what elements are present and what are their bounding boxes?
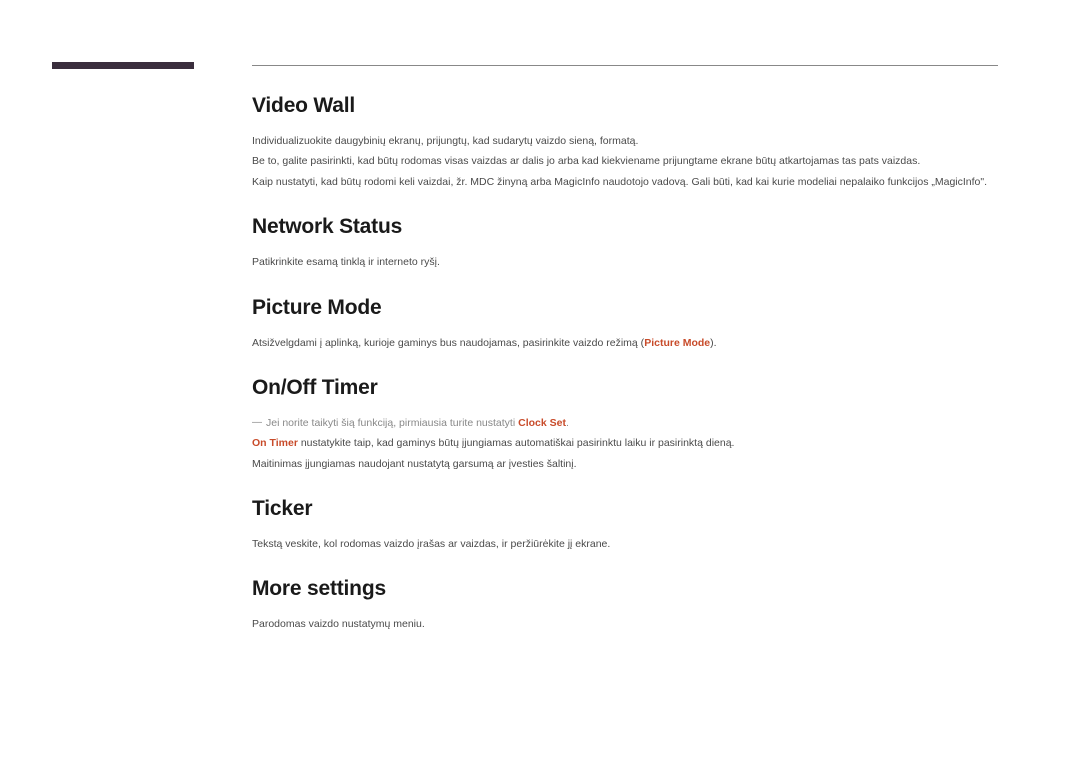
section-video-wall: Video Wall Individualizuokite daugybinių… — [252, 94, 1012, 191]
section-more-settings: More settings Parodomas vaizdo nustatymų… — [252, 577, 1012, 633]
body-text: Individualizuokite daugybinių ekranų, pr… — [252, 132, 1012, 150]
text-fragment: ). — [710, 337, 716, 349]
section-picture-mode: Picture Mode Atsižvelgdami į aplinką, ku… — [252, 296, 1012, 352]
heading-on-off-timer: On/Off Timer — [252, 376, 1012, 400]
body-text: On Timer nustatykite taip, kad gaminys b… — [252, 434, 1012, 452]
note-dash-icon: ― — [252, 414, 262, 431]
document-content: Video Wall Individualizuokite daugybinių… — [252, 94, 1012, 658]
note-line: ― Jei norite taikyti šią funkciją, pirmi… — [252, 414, 1012, 432]
highlight-picture-mode: Picture Mode — [644, 337, 710, 349]
text-fragment: Jei norite taikyti šią funkciją, pirmiau… — [266, 417, 518, 429]
heading-ticker: Ticker — [252, 497, 1012, 521]
body-text: Patikrinkite esamą tinklą ir interneto r… — [252, 253, 1012, 271]
top-divider — [252, 65, 998, 66]
body-text: Maitinimas įjungiamas naudojant nustatyt… — [252, 455, 1012, 473]
body-text: Atsižvelgdami į aplinką, kurioje gaminys… — [252, 334, 1012, 352]
side-tab-mark — [52, 62, 194, 69]
body-text: Tekstą veskite, kol rodomas vaizdo įraša… — [252, 535, 1012, 553]
text-fragment: . — [566, 417, 569, 429]
body-text: Parodomas vaizdo nustatymų meniu. — [252, 615, 1012, 633]
heading-network-status: Network Status — [252, 215, 1012, 239]
section-on-off-timer: On/Off Timer ― Jei norite taikyti šią fu… — [252, 376, 1012, 473]
highlight-clock-set: Clock Set — [518, 417, 566, 429]
text-fragment: nustatykite taip, kad gaminys būtų įjung… — [298, 437, 735, 449]
highlight-on-timer: On Timer — [252, 437, 298, 449]
body-text: Be to, galite pasirinkti, kad būtų rodom… — [252, 152, 1012, 170]
heading-more-settings: More settings — [252, 577, 1012, 601]
note-text: Jei norite taikyti šią funkciją, pirmiau… — [266, 414, 569, 432]
text-fragment: Atsižvelgdami į aplinką, kurioje gaminys… — [252, 337, 644, 349]
heading-video-wall: Video Wall — [252, 94, 1012, 118]
heading-picture-mode: Picture Mode — [252, 296, 1012, 320]
section-ticker: Ticker Tekstą veskite, kol rodomas vaizd… — [252, 497, 1012, 553]
section-network-status: Network Status Patikrinkite esamą tinklą… — [252, 215, 1012, 271]
body-text: Kaip nustatyti, kad būtų rodomi keli vai… — [252, 173, 1012, 191]
